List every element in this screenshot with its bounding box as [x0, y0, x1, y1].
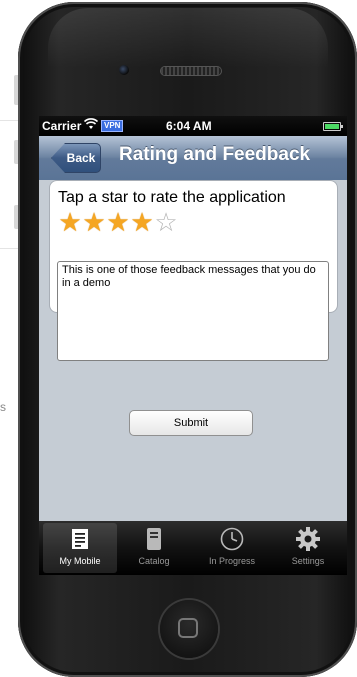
- star-filled-icon[interactable]: ★: [106, 207, 130, 237]
- tab-in-progress[interactable]: In Progress: [195, 523, 269, 573]
- rating-card: Tap a star to rate the application ★★★★☆…: [49, 180, 338, 361]
- status-bar: Carrier VPN 6:04 AM: [39, 116, 347, 136]
- page-title: Rating and Feedback: [119, 144, 311, 165]
- gear-icon: [296, 527, 320, 551]
- phone-highlight: [48, 8, 328, 68]
- wifi-icon: [83, 118, 99, 133]
- background-partial-text: s: [0, 400, 6, 414]
- battery-icon: [323, 122, 343, 131]
- back-button[interactable]: Back: [51, 143, 101, 173]
- submit-button[interactable]: Submit: [129, 410, 253, 436]
- home-square-icon: [178, 618, 198, 638]
- rating-prompt: Tap a star to rate the application: [58, 189, 286, 206]
- star-filled-icon[interactable]: ★: [58, 207, 82, 237]
- star-filled-icon[interactable]: ★: [82, 207, 106, 237]
- star-rating[interactable]: ★★★★☆: [58, 207, 178, 237]
- tab-my-mobile[interactable]: My Mobile: [43, 523, 117, 573]
- tab-label: Catalog: [138, 556, 170, 566]
- clock-icon: [220, 527, 244, 551]
- star-empty-icon[interactable]: ☆: [154, 207, 178, 237]
- tab-label: In Progress: [208, 556, 256, 566]
- phone-screen: Carrier VPN 6:04 AM Back Rating and Feed…: [39, 116, 347, 575]
- home-button[interactable]: [160, 600, 218, 658]
- navigation-bar: Back Rating and Feedback: [39, 136, 347, 181]
- content-area: Tap a star to rate the application ★★★★☆…: [39, 180, 347, 521]
- status-time: 6:04 AM: [166, 119, 212, 133]
- tab-settings[interactable]: Settings: [271, 523, 345, 573]
- feedback-textarea[interactable]: This is one of those feedback messages t…: [57, 261, 329, 361]
- vpn-badge: VPN: [101, 120, 124, 132]
- speaker-grille: [161, 67, 221, 75]
- tab-catalog[interactable]: Catalog: [117, 523, 191, 573]
- book-icon: [142, 527, 166, 551]
- carrier-label: Carrier: [42, 119, 82, 133]
- tab-label: My Mobile: [59, 556, 101, 566]
- document-icon: [68, 527, 92, 551]
- tab-label: Settings: [291, 556, 325, 566]
- star-filled-icon[interactable]: ★: [130, 207, 154, 237]
- camera-icon: [119, 65, 129, 75]
- tab-bar: My Mobile Catalog In Progress Settings: [39, 521, 347, 575]
